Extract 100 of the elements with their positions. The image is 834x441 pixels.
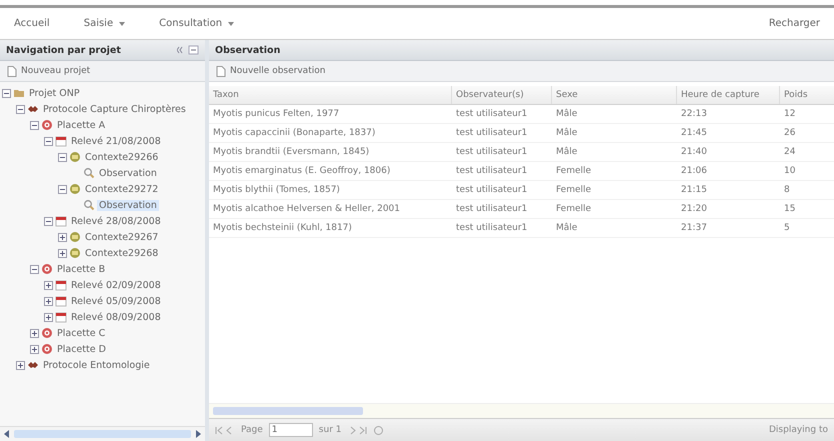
caret-icon: [119, 22, 126, 26]
table-cell-text: 21:20: [680, 204, 708, 214]
tree-item[interactable]: Placette D: [55, 344, 108, 354]
collapse-icon[interactable]: [58, 152, 67, 162]
scrollbar-thumb[interactable]: [213, 407, 363, 415]
tree-item[interactable]: Relevé 02/09/2008: [69, 280, 163, 290]
panel-title: Observation: [215, 44, 280, 56]
calendar-icon: [55, 135, 67, 147]
expand-icon[interactable]: [30, 328, 39, 338]
table-cell-text: 24: [783, 147, 796, 157]
tree-item[interactable]: Protocole Entomologie: [41, 360, 152, 370]
collapse-icon[interactable]: [30, 264, 39, 274]
table-cell-text: test utilisateur1: [455, 166, 528, 176]
tree-item[interactable]: Projet ONP: [27, 88, 82, 98]
tree-item[interactable]: Contexte29272: [83, 184, 160, 194]
table-cell-text: 10: [783, 166, 796, 176]
column-header[interactable]: Taxon: [209, 86, 452, 104]
scroll-right-icon[interactable]: [195, 430, 201, 438]
collapse-icon[interactable]: [16, 104, 25, 114]
table-cell-text: Myotis blythii (Tomes, 1857): [212, 185, 341, 195]
table-cell-text: Mâle: [555, 109, 578, 119]
table-cell-text: 21:45: [680, 128, 708, 138]
collapse-icon[interactable]: [30, 120, 39, 130]
tree-item[interactable]: Protocole Capture Chiroptères: [41, 104, 188, 114]
scrollbar-thumb[interactable]: [14, 430, 191, 438]
tree-item[interactable]: Contexte29267: [83, 232, 160, 242]
magnifier-icon: [83, 199, 95, 211]
target-icon: [41, 263, 53, 275]
expand-icon[interactable]: [30, 344, 39, 354]
tree-item[interactable]: Placette C: [55, 328, 108, 338]
table-cell-text: Myotis capaccinii (Bonaparte, 1837): [212, 128, 376, 138]
tree-item[interactable]: Contexte29266: [83, 152, 160, 162]
table-cell-text: Myotis alcathoe Helversen & Heller, 2001: [212, 204, 402, 214]
expand-icon[interactable]: [58, 232, 67, 242]
calendar-icon: [55, 279, 67, 291]
table-cell-text: Femelle: [555, 204, 592, 214]
collapse-icon[interactable]: [44, 216, 53, 226]
target-icon: [41, 343, 53, 355]
page-icon: [216, 66, 226, 76]
tree-item[interactable]: Placette A: [55, 120, 108, 130]
tree-item[interactable]: Relevé 21/08/2008: [69, 136, 163, 146]
new-observation-button[interactable]: Nouvelle observation: [213, 64, 328, 78]
column-header[interactable]: Sexe: [552, 86, 677, 104]
column-header[interactable]: Poids: [780, 86, 834, 104]
tree-item[interactable]: Relevé 28/08/2008: [69, 216, 163, 226]
calendar-icon: [55, 215, 67, 227]
table-cell-text: Myotis emarginatus (E. Geoffroy, 1806): [212, 166, 392, 176]
status-text: Displaying to: [769, 425, 828, 435]
tree-item[interactable]: Relevé 08/09/2008: [69, 312, 163, 322]
menu-item[interactable]: Accueil: [6, 16, 58, 31]
tree-item[interactable]: Contexte29268: [83, 248, 160, 258]
tree-item[interactable]: Placette B: [55, 264, 108, 274]
table-cell-text: 22:13: [680, 109, 708, 119]
table-cell-text: 5: [783, 223, 791, 233]
target-icon: [41, 327, 53, 339]
table-cell-text: 21:37: [680, 223, 708, 233]
calendar-icon: [55, 311, 67, 323]
caret-icon: [228, 22, 234, 26]
menu-item[interactable]: Consultation: [151, 16, 242, 31]
table-cell-text: Mâle: [555, 147, 578, 157]
target-icon: [41, 119, 53, 131]
tree-item[interactable]: Relevé 05/09/2008: [69, 296, 163, 306]
expand-icon[interactable]: [44, 312, 53, 322]
table-cell-text: 21:40: [680, 147, 708, 157]
table-cell-text: Myotis punicus Felten, 1977: [212, 109, 340, 119]
folder-icon: [13, 87, 25, 99]
table-cell-text: Myotis bechsteinii (Kuhl, 1817): [212, 223, 353, 233]
table-cell-text: 15: [783, 204, 796, 214]
table-cell-text: Femelle: [555, 166, 592, 176]
table-cell-text: 8: [783, 185, 791, 195]
table-cell-text: test utilisateur1: [455, 128, 528, 138]
reload-link[interactable]: Recharger: [760, 16, 828, 31]
page-label: Page: [241, 425, 263, 435]
expand-icon[interactable]: [44, 280, 53, 290]
expand-icon[interactable]: [44, 296, 53, 306]
table-cell-text: test utilisateur1: [455, 109, 528, 119]
table-cell-text: test utilisateur1: [455, 223, 528, 233]
collapse-icon[interactable]: [44, 136, 53, 146]
tree-item[interactable]: Observation: [97, 168, 159, 178]
column-header[interactable]: Observateur(s): [452, 86, 552, 104]
table-cell-text: 21:15: [680, 185, 708, 195]
table-cell-text: Mâle: [555, 128, 578, 138]
menu-item[interactable]: Saisie: [76, 16, 134, 31]
table-cell-text: Mâle: [555, 223, 578, 233]
page-icon: [7, 66, 17, 76]
table-cell-text: test utilisateur1: [455, 204, 528, 214]
panel-tools-icon[interactable]: [177, 45, 199, 55]
collapse-icon[interactable]: [58, 184, 67, 194]
collapse-icon[interactable]: [2, 88, 11, 98]
expand-icon[interactable]: [58, 248, 67, 258]
magnifier-icon: [83, 167, 95, 179]
column-header[interactable]: Heure de capture: [677, 86, 780, 104]
expand-icon[interactable]: [16, 360, 25, 370]
tree-item[interactable]: Observation: [97, 200, 159, 210]
table-cell-text: 12: [783, 109, 796, 119]
table-cell-text: test utilisateur1: [455, 147, 528, 157]
table-cell-text: 21:06: [680, 166, 708, 176]
scroll-left-icon[interactable]: [4, 430, 10, 438]
page-field[interactable]: 1: [268, 423, 313, 437]
table-cell-text: Myotis brandtii (Eversmann, 1845): [212, 147, 370, 157]
